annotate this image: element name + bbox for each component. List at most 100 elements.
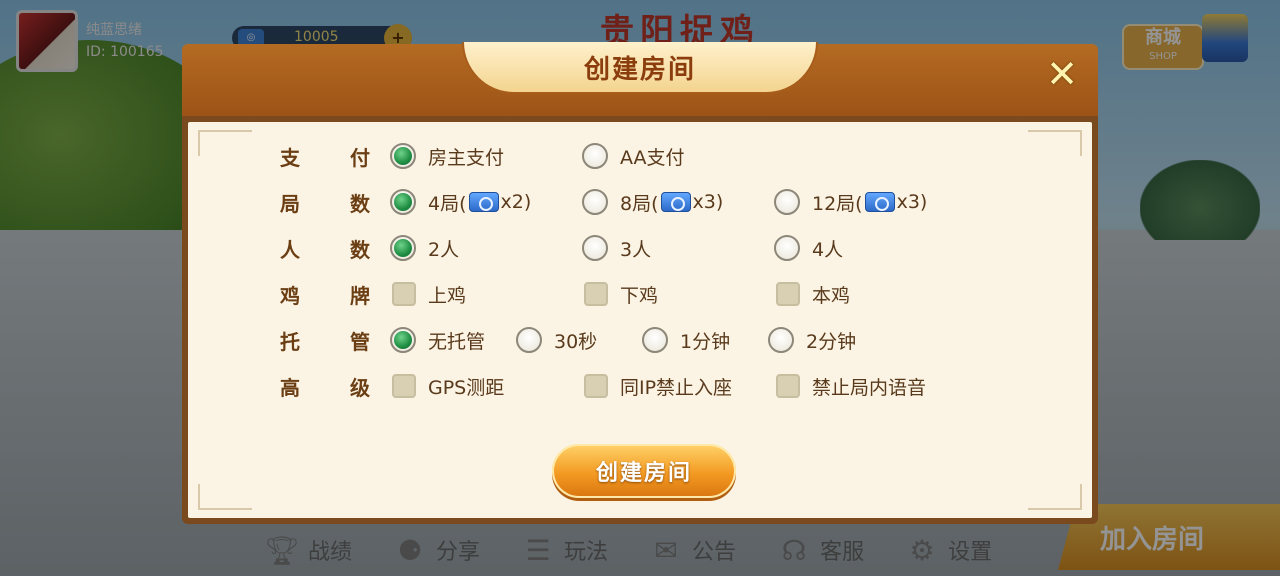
option-1min[interactable]: 1分钟	[642, 325, 730, 355]
label-char: 支	[280, 145, 300, 170]
dialog-title: 创建房间	[583, 54, 696, 85]
option-text-prefix: 8局(	[620, 192, 659, 215]
option-label: 禁止局内语音	[812, 376, 927, 399]
share-icon: ⚈	[397, 533, 423, 567]
checkbox[interactable]	[776, 374, 800, 398]
option-30s[interactable]: 30秒	[516, 325, 597, 355]
room-card-icon	[864, 192, 895, 212]
option-no-auto[interactable]: 无托管	[390, 325, 485, 355]
nav-label: 玩法	[564, 540, 609, 565]
bottom-nav: 🏆︎ 战绩 ⚈ 分享 ☰ 玩法 ✉ 公告 ☊ 客服 ⚙ 设置	[262, 524, 1030, 576]
option-label: 下鸡	[620, 284, 659, 307]
checkbox[interactable]	[392, 374, 416, 398]
create-room-button[interactable]: 创建房间	[552, 444, 736, 498]
label-char: 托	[280, 329, 300, 354]
checkbox[interactable]	[392, 282, 416, 306]
row-label: 人 数	[280, 233, 370, 263]
label-char: 数	[350, 237, 370, 262]
label-char: 局	[280, 191, 300, 216]
radio-unchecked[interactable]	[582, 235, 608, 261]
row-auto-play: 托 管 无托管 30秒 1分钟 2分钟	[188, 325, 1092, 355]
nav-record[interactable]: 🏆︎ 战绩	[262, 530, 352, 570]
nav-label: 公告	[692, 540, 737, 565]
option-text-prefix: 12局(	[812, 192, 863, 215]
option-label: AA支付	[620, 146, 685, 169]
checkbox[interactable]	[584, 374, 608, 398]
radio-checked[interactable]	[390, 327, 416, 353]
nav-label: 设置	[948, 540, 993, 565]
radio-unchecked[interactable]	[768, 327, 794, 353]
row-label: 高 级	[280, 371, 370, 401]
option-12-rounds[interactable]: 12局( x3)	[774, 187, 927, 217]
option-text-suffix: x3)	[896, 191, 928, 213]
radio-checked[interactable]	[390, 235, 416, 261]
row-label: 局 数	[280, 187, 370, 217]
row-label: 鸡 牌	[280, 279, 370, 309]
option-label: 12局( x3)	[812, 189, 927, 216]
corner-ornament	[198, 484, 252, 510]
close-icon: ✕	[1046, 52, 1078, 96]
label-char: 人	[280, 237, 300, 262]
row-label: 支 付	[280, 141, 370, 171]
option-ben-ji[interactable]: 本鸡	[776, 279, 850, 309]
option-label: 房主支付	[428, 146, 505, 169]
checkbox[interactable]	[584, 282, 608, 306]
create-room-button-label: 创建房间	[595, 461, 692, 486]
option-4-players[interactable]: 4人	[774, 233, 843, 263]
option-2min[interactable]: 2分钟	[768, 325, 856, 355]
rules-icon: ☰	[525, 533, 551, 567]
mail-icon: ✉	[654, 533, 678, 567]
nav-label: 客服	[820, 540, 865, 565]
label-char: 数	[350, 191, 370, 216]
label-char: 鸡	[280, 283, 300, 308]
radio-unchecked[interactable]	[642, 327, 668, 353]
radio-unchecked[interactable]	[516, 327, 542, 353]
option-label: 8局( x3)	[620, 189, 723, 216]
label-char: 牌	[350, 283, 370, 308]
option-text-prefix: 4局(	[428, 192, 467, 215]
row-players: 人 数 2人 3人 4人	[188, 233, 1092, 263]
radio-unchecked[interactable]	[774, 189, 800, 215]
option-text-suffix: x2)	[500, 191, 532, 213]
option-text-suffix: x3)	[692, 191, 724, 213]
radio-checked[interactable]	[390, 189, 416, 215]
option-shang-ji[interactable]: 上鸡	[392, 279, 466, 309]
option-label: 同IP禁止入座	[620, 376, 733, 399]
option-4-rounds[interactable]: 4局( x2)	[390, 187, 531, 217]
row-payment: 支 付 房主支付 AA支付	[188, 141, 1092, 171]
radio-unchecked[interactable]	[582, 189, 608, 215]
nav-notice[interactable]: ✉ 公告	[646, 530, 736, 570]
room-card-icon	[660, 192, 691, 212]
label-char: 管	[350, 329, 370, 354]
option-aa-pay[interactable]: AA支付	[582, 141, 685, 171]
option-no-voice[interactable]: 禁止局内语音	[776, 371, 926, 401]
nav-label: 战绩	[308, 540, 353, 565]
option-label: 3人	[620, 238, 652, 261]
row-rounds: 局 数 4局( x2) 8局( x3) 12局(x3)	[188, 187, 1092, 217]
row-chicken: 鸡 牌 上鸡 下鸡 本鸡	[188, 279, 1092, 309]
option-label: 4人	[812, 238, 844, 261]
close-button[interactable]: ✕	[1042, 54, 1082, 94]
nav-settings[interactable]: ⚙ 设置	[902, 530, 993, 570]
option-2-players[interactable]: 2人	[390, 233, 459, 263]
nav-rules[interactable]: ☰ 玩法	[518, 530, 608, 570]
options-panel: 支 付 房主支付 AA支付 局 数 4局(x2) 8局(x3) 12局(x…	[188, 122, 1092, 518]
radio-checked[interactable]	[390, 143, 416, 169]
row-advanced: 高 级 GPS测距 同IP禁止入座 禁止局内语音	[188, 371, 1092, 401]
nav-service[interactable]: ☊ 客服	[774, 530, 864, 570]
corner-ornament	[1028, 484, 1082, 510]
nav-share[interactable]: ⚈ 分享	[390, 530, 480, 570]
option-3-players[interactable]: 3人	[582, 233, 651, 263]
option-gps[interactable]: GPS测距	[392, 371, 504, 401]
checkbox[interactable]	[776, 282, 800, 306]
option-label: 1分钟	[680, 330, 731, 353]
trophy-icon: 🏆︎	[264, 533, 300, 567]
option-same-ip[interactable]: 同IP禁止入座	[584, 371, 732, 401]
option-owner-pay[interactable]: 房主支付	[390, 141, 504, 171]
radio-unchecked[interactable]	[774, 235, 800, 261]
label-char: 级	[350, 375, 370, 400]
radio-unchecked[interactable]	[582, 143, 608, 169]
gear-icon: ⚙	[909, 533, 935, 567]
option-xia-ji[interactable]: 下鸡	[584, 279, 658, 309]
option-8-rounds[interactable]: 8局( x3)	[582, 187, 723, 217]
